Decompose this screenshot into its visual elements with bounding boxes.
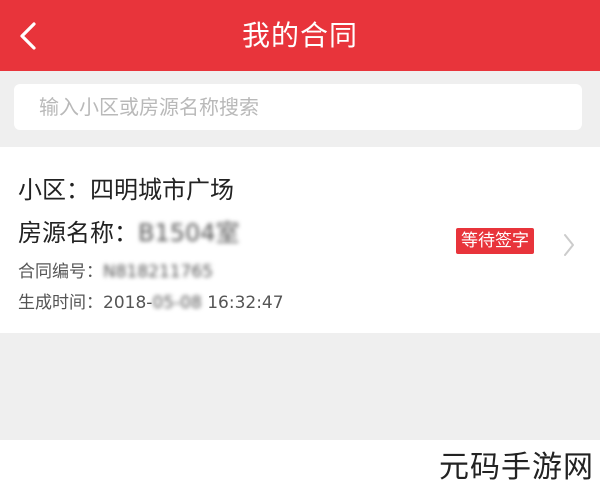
- house-row: 房源名称：B1504室: [18, 213, 240, 248]
- contract-no-label: 合同编号：: [18, 262, 103, 282]
- time-label: 生成时间：: [18, 293, 103, 313]
- watermark: 元码手游网: [439, 450, 594, 482]
- top-bar: 我的合同: [0, 0, 600, 71]
- contract-card[interactable]: 小区：四明城市广场 房源名称：B1504室 合同编号：N818211765 生成…: [0, 147, 600, 333]
- contract-no-value: N818211765: [103, 262, 214, 282]
- search-input[interactable]: [39, 95, 582, 119]
- row-chevron: [562, 232, 576, 262]
- house-label: 房源名称：: [18, 219, 138, 247]
- community-label: 小区：: [18, 176, 90, 204]
- time-suffix: 16:32:47: [201, 293, 284, 313]
- page-title: 我的合同: [241, 19, 358, 52]
- time-prefix: 2018-: [103, 293, 153, 313]
- chevron-left-icon: [20, 22, 36, 50]
- created-time-row: 生成时间：2018-05-08 16:32:47: [18, 288, 284, 313]
- search-bar[interactable]: [14, 84, 582, 130]
- time-blurred: 05-08: [152, 293, 202, 313]
- house-value: B1504室: [138, 219, 240, 247]
- chevron-right-icon: [564, 234, 574, 256]
- contract-no-row: 合同编号：N818211765: [18, 257, 213, 282]
- status-badge: 等待签字: [456, 228, 534, 254]
- back-button[interactable]: [12, 18, 48, 54]
- screen: 我的合同 小区：四明城市广场 房源名称：B1504室 合同编号：N8182117…: [0, 0, 600, 482]
- community-value: 四明城市广场: [90, 176, 234, 204]
- community-row: 小区：四明城市广场: [18, 170, 234, 205]
